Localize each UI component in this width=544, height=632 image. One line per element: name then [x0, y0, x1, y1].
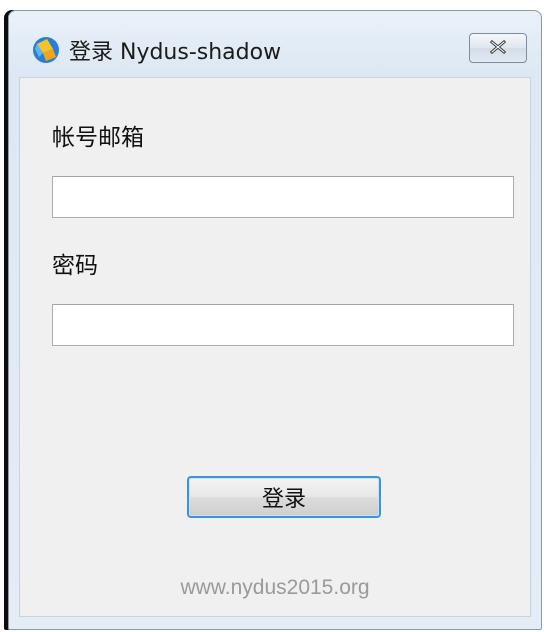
- password-label: 密码: [52, 253, 98, 279]
- website-link: www.nydus2015.org: [180, 576, 370, 599]
- nydus-logo-icon: [31, 35, 61, 65]
- close-icon: [489, 39, 507, 58]
- login-button[interactable]: 登录: [187, 476, 381, 518]
- password-input[interactable]: [52, 304, 514, 346]
- account-email-input[interactable]: [52, 176, 514, 218]
- login-window: 登录 Nydus-shadow 帐号邮箱 密码 登录 www.nydus2015…: [8, 10, 542, 630]
- title-bar[interactable]: 登录 Nydus-shadow: [9, 11, 541, 77]
- window-title: 登录 Nydus-shadow: [69, 40, 282, 65]
- login-form-panel: 帐号邮箱 密码 登录 www.nydus2015.org: [19, 77, 531, 617]
- account-email-label: 帐号邮箱: [52, 125, 144, 151]
- close-button[interactable]: [469, 33, 527, 63]
